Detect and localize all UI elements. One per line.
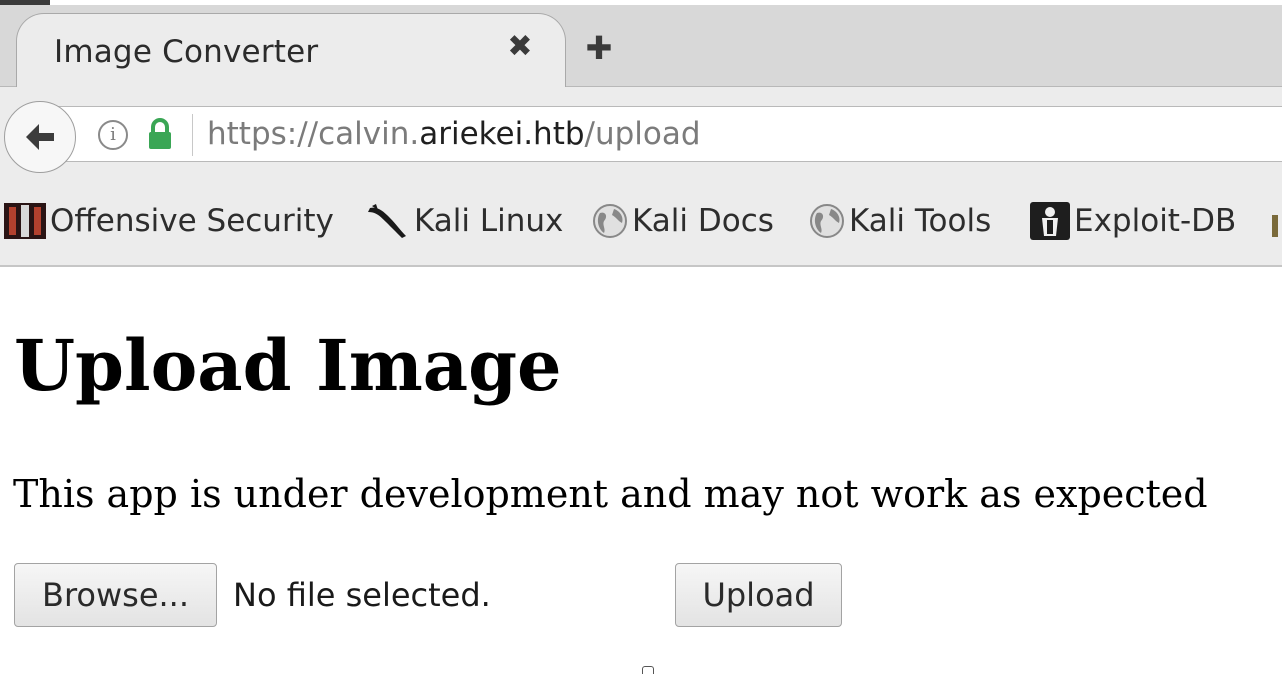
tab-title: Image Converter	[54, 34, 319, 70]
url-prefix: https://calvin.	[207, 116, 420, 152]
url-host: ariekei.htb	[419, 116, 585, 152]
bookmark-kali-linux[interactable]: Kali Linux	[366, 201, 563, 241]
cursor-icon	[642, 666, 654, 674]
bookmark-label: Kali Tools	[849, 203, 992, 239]
file-status: No file selected.	[233, 576, 491, 614]
bookmark-label: Exploit-DB	[1074, 203, 1237, 239]
bookmark-offensive-security[interactable]: Offensive Security	[4, 201, 334, 241]
globe-icon	[810, 204, 844, 238]
new-tab-icon[interactable]: ✚	[582, 31, 616, 65]
page-title: Upload Image	[14, 324, 562, 407]
offsec-icon	[4, 203, 46, 239]
close-icon[interactable]: ✖	[503, 30, 537, 64]
kali-dragon-icon	[368, 204, 406, 238]
tab-bar: Image Converter ✖ ✚	[0, 5, 1282, 88]
info-icon[interactable]: i	[98, 120, 128, 150]
tab-image-converter[interactable]: Image Converter ✖	[16, 13, 566, 88]
bookmark-exploit-db[interactable]: Exploit-DB	[1030, 201, 1236, 241]
url-text[interactable]: https://calvin.ariekei.htb/upload	[207, 116, 701, 152]
back-arrow-icon	[26, 124, 54, 150]
bookmarks-toolbar: Offensive Security Kali Linux Kali Docs …	[0, 177, 1282, 267]
page-content: Upload Image This app is under developme…	[0, 269, 1282, 674]
url-separator	[192, 114, 193, 156]
url-path: /upload	[584, 116, 701, 152]
back-button[interactable]	[4, 101, 76, 173]
exploit-db-icon	[1030, 202, 1070, 240]
bookmark-kali-docs[interactable]: Kali Docs	[592, 201, 774, 241]
upload-button[interactable]: Upload	[675, 563, 842, 627]
globe-icon	[593, 204, 627, 238]
bookmark-label: Offensive Security	[50, 203, 334, 239]
lock-icon[interactable]	[146, 117, 174, 151]
navigation-bar: i https://calvin.ariekei.htb/upload	[0, 87, 1282, 177]
bookmark-label: Kali Linux	[414, 203, 564, 239]
page-subtitle: This app is under development and may no…	[13, 472, 1208, 516]
bookmark-label: Kali Docs	[632, 203, 774, 239]
bookmark-overflow[interactable]	[1272, 215, 1278, 237]
bookmark-kali-tools[interactable]: Kali Tools	[809, 201, 991, 241]
browse-button[interactable]: Browse...	[14, 563, 217, 627]
